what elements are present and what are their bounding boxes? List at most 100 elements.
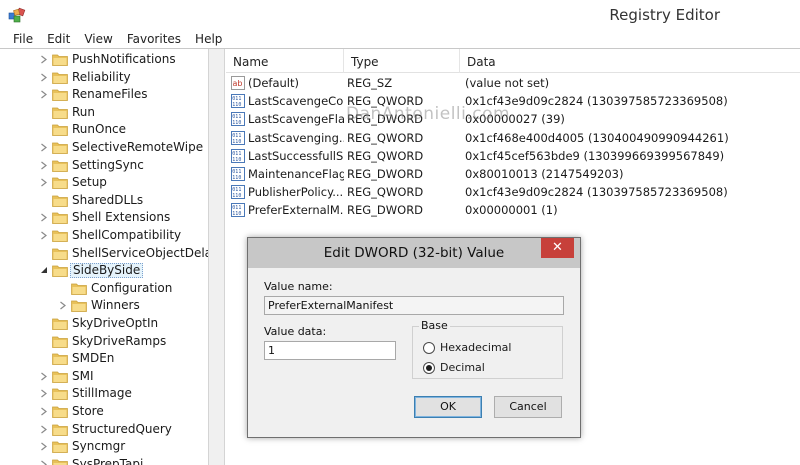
tree-item-label: SharedDLLs	[72, 192, 144, 207]
value-row[interactable]: 011 110 MaintenanceFlags REG_DWORD 0x8001001…	[226, 165, 800, 183]
tree-item[interactable]: SelectiveRemoteWipe	[0, 139, 208, 157]
tree-item-label: SettingSync	[72, 157, 144, 172]
tree-item-label: ShellCompatibility	[72, 228, 182, 242]
value-name-cell: PublisherPolicy...	[248, 185, 344, 200]
tree-item[interactable]: Configuration	[0, 280, 208, 298]
tree-item[interactable]: SkyDriveRamps	[0, 333, 208, 351]
hexadecimal-label: Hexadecimal	[440, 341, 512, 354]
collapsed-arrow-icon[interactable]	[40, 213, 48, 222]
cancel-button[interactable]: Cancel	[494, 396, 562, 418]
folder-icon	[52, 54, 68, 66]
tree-item[interactable]: Winners	[0, 297, 208, 315]
value-data-cell: 0x00000001 (1)	[465, 203, 558, 218]
value-data-cell: 0x00000027 (39)	[465, 112, 565, 127]
collapsed-arrow-icon[interactable]	[40, 442, 48, 451]
watermark-text: DanAntonielli.com	[346, 104, 511, 124]
tree-item[interactable]: RenameFiles	[0, 86, 208, 104]
value-name-cell: (Default)	[248, 76, 299, 90]
value-data-cell: (value not set)	[465, 76, 550, 90]
value-type-cell: REG_QWORD	[347, 148, 424, 163]
collapsed-arrow-icon[interactable]	[59, 301, 67, 310]
value-row[interactable]: 011 110 LastSuccessfullS... REG_QWORD 0x1cf4…	[226, 147, 800, 165]
tree-item[interactable]: ShellServiceObjectDelayLo	[0, 245, 208, 263]
collapsed-arrow-icon[interactable]	[40, 231, 48, 240]
tree-item[interactable]: PushNotifications	[0, 51, 208, 69]
tree-item[interactable]: SMI	[0, 368, 208, 386]
tree-item[interactable]: SideBySide	[0, 262, 208, 280]
tree-item-label: Setup	[72, 175, 107, 190]
value-name-cell: LastScavengeCo...	[248, 94, 344, 109]
collapsed-arrow-icon[interactable]	[40, 73, 48, 82]
value-name-field[interactable]: PreferExternalManifest	[264, 296, 564, 315]
tree-item[interactable]: Syncmgr	[0, 438, 208, 456]
collapsed-arrow-icon[interactable]	[40, 161, 48, 170]
folder-icon	[71, 301, 87, 313]
tree-item-label: Store	[72, 404, 104, 418]
value-row[interactable]: 011110LastScavengeFla...REG_DWORD0x00000…	[226, 110, 800, 128]
binary-value-icon: 011110	[231, 148, 245, 163]
folder-icon	[52, 371, 68, 383]
folder-icon	[52, 89, 68, 102]
tree-item-label: Syncmgr	[72, 439, 126, 454]
collapsed-arrow-icon[interactable]	[40, 460, 48, 465]
tree-item[interactable]: Setup	[0, 174, 208, 192]
tree-item[interactable]: StructuredQuery	[0, 421, 208, 439]
tree-item[interactable]: SkyDriveOptIn	[0, 315, 208, 333]
tree-item[interactable]: SysPrepTapi	[0, 456, 208, 465]
decimal-radio[interactable]	[423, 362, 435, 374]
tree-item[interactable]: StillImage	[0, 385, 208, 403]
collapsed-arrow-icon[interactable]	[40, 407, 48, 416]
folder-icon	[52, 441, 68, 454]
svg-text:110: 110	[232, 102, 241, 108]
dialog-close-button[interactable]: ✕	[541, 238, 574, 258]
collapsed-arrow-icon[interactable]	[40, 425, 48, 434]
menu-help[interactable]: Help	[188, 30, 229, 48]
menu-view[interactable]: View	[77, 30, 119, 48]
svg-text:ab: ab	[233, 79, 243, 88]
column-header-type[interactable]: Type	[344, 49, 460, 73]
folder-icon	[52, 424, 68, 436]
tree-item[interactable]: Run	[0, 104, 208, 122]
collapsed-arrow-icon[interactable]	[40, 55, 48, 64]
value-row[interactable]: 011 110 PublisherPolicy... REG_QWORD 0x1cf43…	[226, 183, 800, 201]
folder-icon	[52, 72, 68, 84]
menu-favorites[interactable]: Favorites	[120, 30, 188, 48]
tree-item[interactable]: SMDEn	[0, 350, 208, 368]
value-row[interactable]: 011 110 LastScavengeCo... REG_QWORD 0x1cf43e…	[226, 92, 800, 110]
binary-value-icon: 011110	[231, 94, 245, 109]
folder-icon	[52, 265, 68, 278]
expanded-arrow-icon[interactable]	[40, 266, 48, 275]
menu-file[interactable]: File	[0, 30, 40, 48]
folder-icon	[52, 459, 68, 465]
collapsed-arrow-icon[interactable]	[40, 389, 48, 398]
tree-item[interactable]: Store	[0, 403, 208, 421]
menu-edit[interactable]: Edit	[40, 30, 77, 48]
collapsed-arrow-icon[interactable]	[40, 178, 48, 187]
dialog-title-bar[interactable]: Edit DWORD (32-bit) Value ✕	[248, 238, 580, 268]
pane-splitter-scrollbar[interactable]	[208, 49, 225, 465]
registry-key-tree[interactable]: PushNotifications Reliability RenameFiles R…	[0, 49, 208, 465]
tree-item[interactable]: ShellCompatibility	[0, 227, 208, 245]
tree-item-label: SysPrepTapi	[72, 456, 144, 465]
tree-item-label: Run	[72, 104, 96, 119]
ok-button[interactable]: OK	[414, 396, 482, 418]
value-row[interactable]: ab (Default) REG_SZ (value not set)	[226, 74, 800, 92]
tree-item[interactable]: SettingSync	[0, 157, 208, 175]
tree-item[interactable]: Reliability	[0, 69, 208, 87]
folder-icon	[52, 318, 68, 330]
column-header-name[interactable]: Name	[226, 49, 344, 73]
folder-icon	[52, 336, 68, 348]
tree-item-label: SideBySide	[70, 263, 144, 279]
collapsed-arrow-icon[interactable]	[40, 372, 48, 381]
tree-item[interactable]: SharedDLLs	[0, 192, 208, 210]
tree-item-label: PushNotifications	[72, 52, 176, 66]
value-data-input[interactable]: 1	[264, 341, 396, 360]
tree-item[interactable]: RunOnce	[0, 121, 208, 139]
collapsed-arrow-icon[interactable]	[40, 143, 48, 152]
tree-item[interactable]: Shell Extensions	[0, 209, 208, 227]
column-header-data[interactable]: Data	[460, 49, 800, 73]
value-row[interactable]: 011 110 LastScavenging... REG_QWORD 0x1cf468…	[226, 129, 800, 147]
collapsed-arrow-icon[interactable]	[40, 90, 48, 99]
hexadecimal-radio[interactable]	[423, 342, 435, 354]
value-row[interactable]: 011 110 PreferExternalM... REG_DWORD 0x00000…	[226, 201, 800, 219]
